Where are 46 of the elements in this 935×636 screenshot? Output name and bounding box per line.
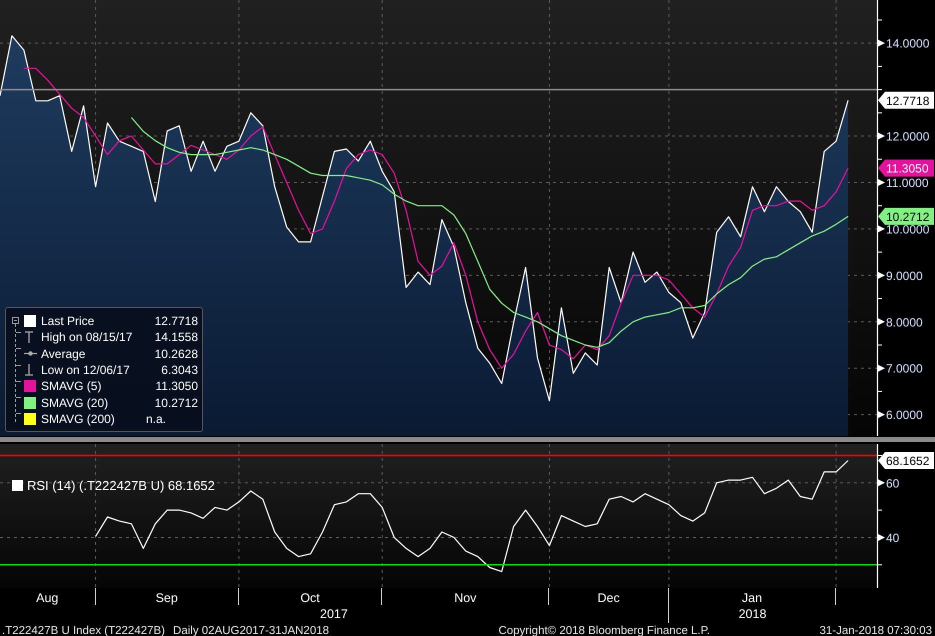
tree-lines-icon [12, 316, 22, 422]
legend-value: 10.2712 [154, 396, 198, 410]
legend-swatch [24, 380, 36, 392]
axis-label: 14.0000 [886, 36, 930, 51]
month-label: Jan [742, 591, 762, 605]
legend-label: Low on 12/06/17 [41, 362, 131, 377]
legend-label: SMAVG (200) [41, 412, 116, 426]
month-label: Oct [300, 591, 320, 605]
axis-label: 40 [886, 530, 900, 545]
legend-label: Average [41, 346, 86, 361]
average-marker-icon [24, 349, 37, 358]
legend-label: High on 08/15/17 [41, 330, 134, 344]
legend-value: 6.3043 [160, 362, 198, 377]
month-label: Dec [598, 591, 620, 605]
month-label: Aug [36, 591, 58, 605]
value-tag: 68.1652 [878, 452, 934, 469]
legend-label: Last Price [41, 314, 96, 328]
legend-value: 12.7718 [154, 314, 198, 328]
legend-value: 14.1558 [154, 330, 198, 344]
legend-label: SMAVG (5) [41, 379, 102, 394]
legend-swatch [24, 396, 36, 409]
axis-label: 6.0000 [886, 408, 923, 422]
timestamp: 31-Jan-2018 07:30:03 [819, 625, 932, 636]
year-label: 2017 [320, 607, 348, 621]
axis-label: 8.0000 [886, 315, 923, 330]
low-marker-icon [24, 363, 34, 376]
high-marker-icon [24, 330, 34, 344]
axis-label: 10.0000 [886, 222, 930, 236]
legend-value: n.a. [146, 412, 168, 426]
legend-label: RSI (14) (.T222427B U) 68.1652 [27, 478, 215, 493]
legend-label: SMAVG (20) [41, 396, 110, 410]
value-tag: 10.2712 [878, 208, 934, 225]
legend-value: 11.3050 [154, 379, 198, 394]
year-label: 2018 [738, 607, 766, 621]
axis-label: 7.0000 [886, 362, 923, 376]
month-label: Nov [454, 591, 476, 605]
value-tag: 11.3050 [878, 160, 934, 177]
legend-value: 10.2628 [154, 346, 198, 361]
legend-swatch [12, 480, 23, 491]
value-tag: 12.7718 [878, 92, 934, 109]
axis-label: 9.0000 [886, 268, 923, 283]
axis-label: 11.0000 [886, 176, 928, 190]
month-label: Sep [156, 591, 178, 605]
axis-label: 60 [886, 476, 900, 490]
legend-swatch [24, 315, 36, 328]
axis-label: 12.0000 [886, 130, 930, 144]
